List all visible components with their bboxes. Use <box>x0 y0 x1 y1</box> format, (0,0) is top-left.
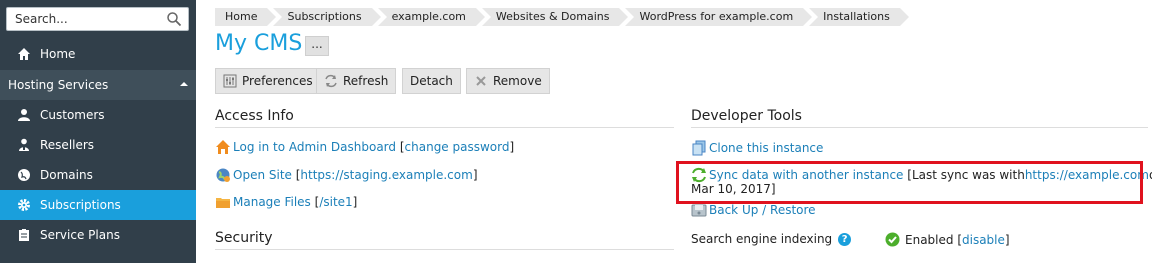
developer-tools-title: Developer Tools <box>691 108 802 124</box>
breadcrumb-label: Home <box>225 10 258 23</box>
breadcrumb-websites-domains[interactable]: Websites & Domains <box>481 8 629 26</box>
bracket-open: [ <box>396 140 405 154</box>
sidebar-item-label: Subscriptions <box>40 198 121 212</box>
bracket-close: ] <box>1004 233 1010 247</box>
remove-icon <box>474 74 488 88</box>
access-info-title: Access Info <box>215 108 294 124</box>
preferences-button[interactable]: Preferences <box>215 68 321 94</box>
backup-restore-link[interactable]: Back Up / Restore <box>709 203 816 217</box>
preferences-icon <box>223 74 237 88</box>
change-password-link[interactable]: change password <box>405 140 510 154</box>
login-row: Log in to Admin Dashboard [change passwo… <box>215 139 514 155</box>
sidebar-group-hosting-services[interactable]: Hosting Services <box>0 70 196 100</box>
breadcrumb-label: Subscriptions <box>287 10 362 23</box>
open-site-link[interactable]: Open Site <box>233 168 292 182</box>
bracket-open: [ <box>310 195 320 209</box>
security-title: Security <box>215 230 273 246</box>
security-divider <box>215 249 674 250</box>
bracket-close: ] <box>352 195 358 209</box>
manage-files-row: Manage Files [/site1] <box>215 194 357 210</box>
gear-icon <box>16 197 32 213</box>
detach-button[interactable]: Detach <box>402 68 461 94</box>
breadcrumb: Home Subscriptions example.com Websites … <box>215 8 909 26</box>
folder-icon <box>215 194 231 210</box>
sidebar-item-label: Service Plans <box>40 228 120 242</box>
search-input[interactable]: Search... <box>6 7 189 31</box>
breadcrumb-label: WordPress for example.com <box>639 10 794 23</box>
backup-icon <box>691 202 707 218</box>
developer-tools-divider <box>691 127 1148 128</box>
breadcrumb-wordpress[interactable]: WordPress for example.com <box>625 8 812 26</box>
files-path-link[interactable]: /site1 <box>319 195 352 209</box>
more-actions-button[interactable]: ... <box>305 36 329 56</box>
clone-instance-link[interactable]: Clone this instance <box>709 141 823 155</box>
detach-label: Detach <box>410 74 453 88</box>
sidebar-group-label: Hosting Services <box>8 78 109 92</box>
bracket-close: ] <box>509 140 515 154</box>
caret-up-icon <box>180 82 188 86</box>
search-indexing-row: Search engine indexing ? <box>691 232 852 246</box>
site-url-link[interactable]: https://staging.example.com <box>300 168 472 182</box>
breadcrumb-home[interactable]: Home <box>215 8 278 26</box>
backup-row: Back Up / Restore <box>691 202 816 218</box>
access-info-divider <box>215 127 674 128</box>
indexing-state-text: Enabled <box>905 233 954 247</box>
help-icon[interactable]: ? <box>838 232 852 246</box>
highlight-box <box>676 161 1143 204</box>
sidebar-item-home[interactable]: Home <box>0 39 196 69</box>
bracket-open: [ <box>953 233 962 247</box>
user-icon <box>16 107 32 123</box>
refresh-label: Refresh <box>343 74 389 88</box>
sidebar-item-label: Home <box>40 47 76 61</box>
home-icon <box>16 46 32 62</box>
login-admin-link[interactable]: Log in to Admin Dashboard <box>233 140 396 154</box>
refresh-button[interactable]: Refresh <box>316 68 397 94</box>
reseller-icon <box>16 137 32 153</box>
disable-indexing-link[interactable]: disable <box>962 233 1005 247</box>
sidebar-item-domains[interactable]: Domains <box>0 160 196 190</box>
bracket-close: ] <box>472 168 478 182</box>
clone-row: Clone this instance <box>691 140 823 156</box>
check-icon <box>885 232 901 248</box>
breadcrumb-domain[interactable]: example.com <box>377 8 486 26</box>
remove-label: Remove <box>493 74 542 88</box>
sidebar-item-label: Domains <box>40 168 93 182</box>
sidebar-item-subscriptions[interactable]: Subscriptions <box>0 190 196 220</box>
page-title: My CMS <box>215 31 303 56</box>
sidebar-item-service-plans[interactable]: Service Plans <box>0 220 196 250</box>
sidebar: Search... Home Hosting Services Customer… <box>0 0 196 263</box>
sidebar-item-label: Customers <box>40 108 105 122</box>
search-placeholder: Search... <box>15 12 68 26</box>
globe-icon <box>16 167 32 183</box>
preferences-label: Preferences <box>242 74 313 88</box>
breadcrumb-label: Installations <box>823 10 890 23</box>
globe-link-icon <box>215 167 231 183</box>
clipboard-icon <box>16 227 32 243</box>
search-indexing-status: Enabled [disable] <box>885 232 1010 248</box>
refresh-icon <box>324 74 338 88</box>
breadcrumb-label: example.com <box>391 10 466 23</box>
open-site-row: Open Site [https://staging.example.com] <box>215 167 478 183</box>
breadcrumb-subscriptions[interactable]: Subscriptions <box>273 8 381 26</box>
breadcrumb-label: Websites & Domains <box>495 10 610 23</box>
sidebar-item-label: Resellers <box>40 138 95 152</box>
remove-button[interactable]: Remove <box>466 68 550 94</box>
manage-files-link[interactable]: Manage Files <box>233 195 311 209</box>
bracket-open: [ <box>291 168 301 182</box>
clone-icon <box>691 140 707 156</box>
sidebar-item-resellers[interactable]: Resellers <box>0 130 196 160</box>
search-indexing-label: Search engine indexing <box>691 232 833 246</box>
house-icon <box>215 139 231 155</box>
search-icon[interactable] <box>166 11 182 27</box>
breadcrumb-installations[interactable]: Installations <box>809 8 909 26</box>
sidebar-item-customers[interactable]: Customers <box>0 100 196 130</box>
